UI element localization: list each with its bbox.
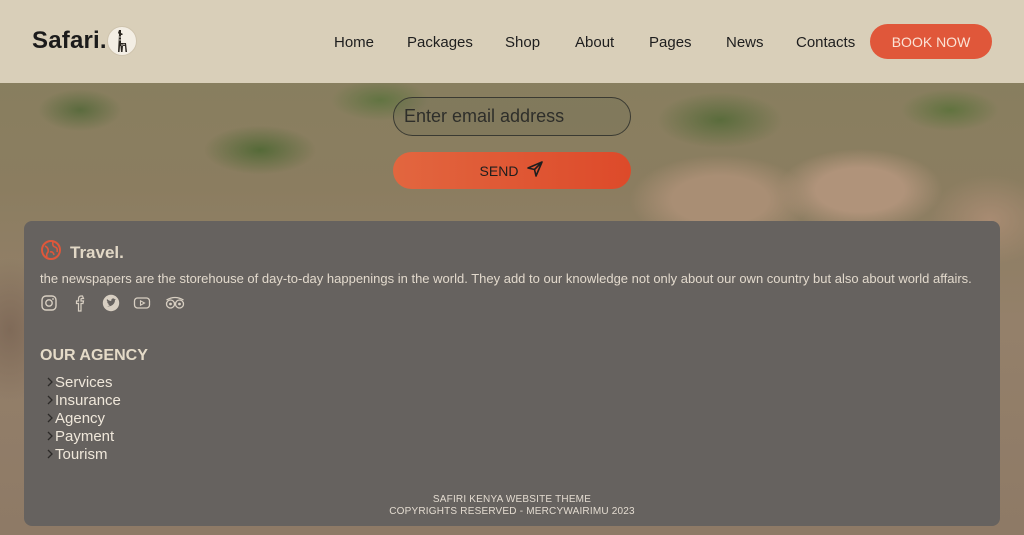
email-input[interactable] (393, 97, 631, 136)
nav-about[interactable]: About (575, 34, 614, 51)
send-button[interactable]: SEND (393, 152, 631, 189)
agency-link-label: Payment (55, 427, 115, 445)
agency-link-label: Insurance (55, 391, 121, 409)
agency-link-agency[interactable]: Agency (44, 409, 121, 427)
nav-packages[interactable]: Packages (407, 34, 473, 51)
brand-name: Travel. (70, 242, 124, 262)
agency-link-label: Services (55, 373, 113, 391)
nav-pages[interactable]: Pages (649, 34, 692, 51)
agency-links: Services Insurance Agency Payment Touris… (44, 373, 121, 463)
nav-shop[interactable]: Shop (505, 34, 540, 51)
agency-link-label: Agency (55, 409, 106, 427)
book-now-button[interactable]: BOOK NOW (870, 24, 992, 59)
agency-link-insurance[interactable]: Insurance (44, 391, 121, 409)
chevron-right-icon (47, 395, 53, 405)
agency-link-tourism[interactable]: Tourism (44, 445, 121, 463)
chevron-right-icon (47, 449, 53, 459)
chevron-right-icon (47, 431, 53, 441)
nav-contacts[interactable]: Contacts (796, 34, 855, 51)
nav-news[interactable]: News (726, 34, 764, 51)
globe-icon (40, 239, 62, 266)
copyright-line-2: COPYRIGHTS RESERVED - MERCYWAIRIMU 2023 (389, 506, 635, 517)
chevron-right-icon (47, 377, 53, 387)
instagram-icon[interactable] (40, 294, 58, 312)
nav-home[interactable]: Home (334, 34, 374, 51)
tripadvisor-icon[interactable] (164, 294, 185, 312)
facebook-icon[interactable] (71, 294, 89, 312)
youtube-icon[interactable] (133, 294, 151, 312)
copyright-line-1: SAFIRI KENYA WEBSITE THEME (432, 494, 592, 505)
agency-title: OUR AGENCY (40, 347, 148, 364)
paper-plane-icon (526, 160, 544, 181)
send-label: SEND (479, 162, 519, 179)
site-header: Safari. Home Packages Shop About Pages N… (0, 0, 1024, 83)
footer-brand: Travel. (40, 239, 124, 266)
chevron-right-icon (47, 413, 53, 423)
agency-link-services[interactable]: Services (44, 373, 121, 391)
twitter-icon[interactable] (102, 294, 120, 312)
social-links (40, 294, 185, 312)
agency-link-payment[interactable]: Payment (44, 427, 121, 445)
footer-panel: Travel. the newspapers are the storehous… (24, 221, 1000, 526)
footer-description: the newspapers are the storehouse of day… (40, 271, 972, 286)
copyright: SAFIRI KENYA WEBSITE THEME COPYRIGHTS RE… (24, 494, 1000, 518)
agency-link-label: Tourism (55, 445, 108, 463)
